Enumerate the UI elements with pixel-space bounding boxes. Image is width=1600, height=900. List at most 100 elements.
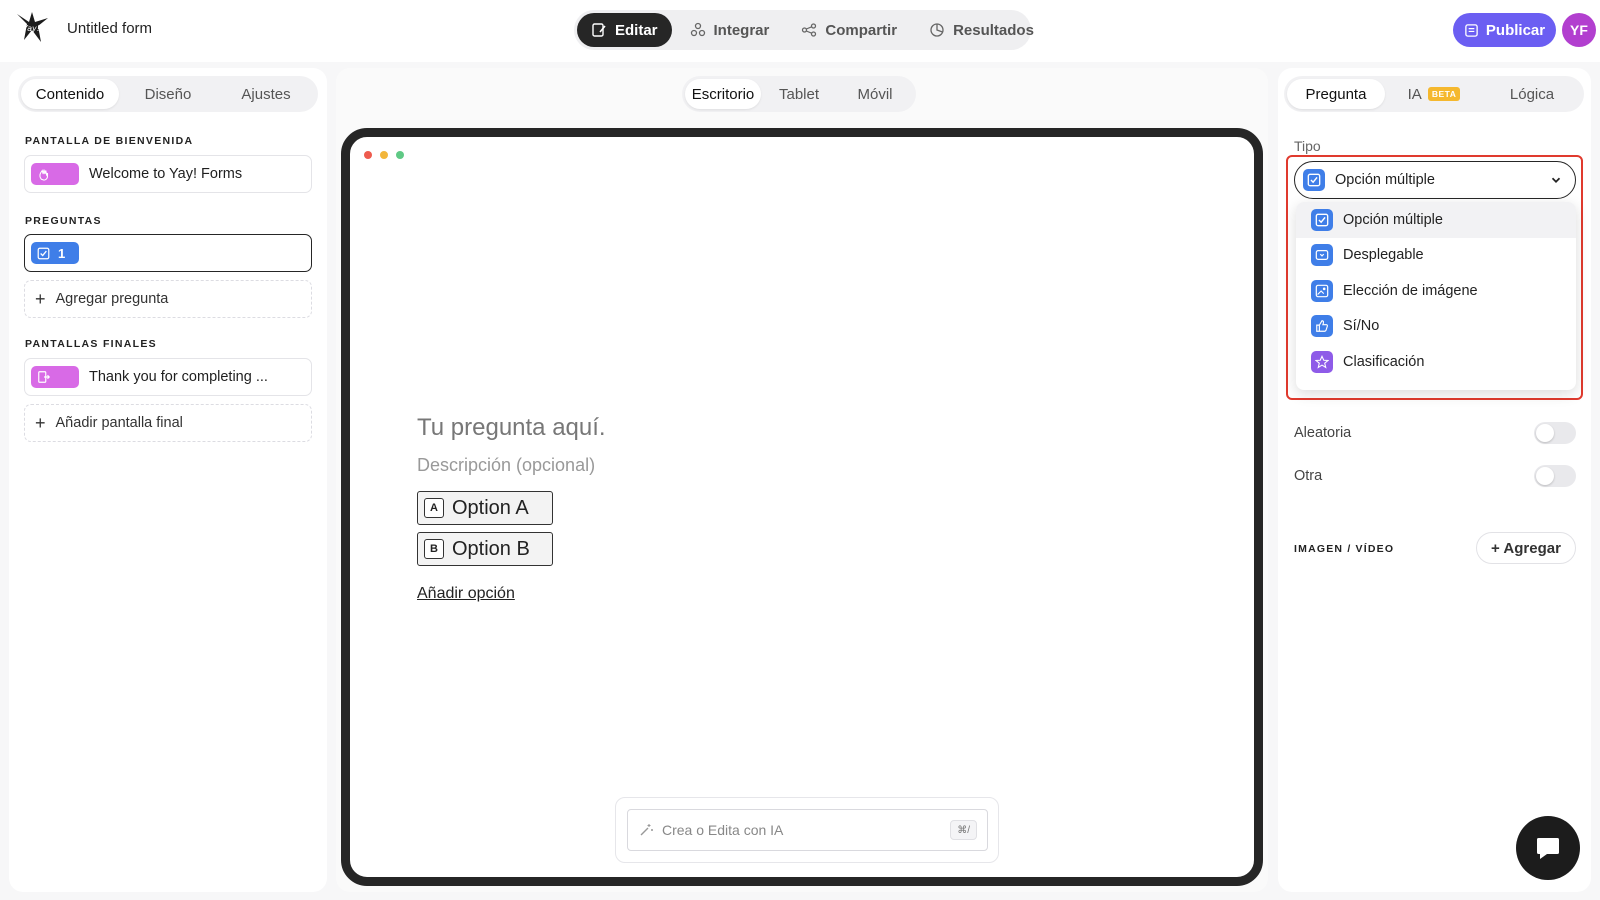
type-option-label: Elección de imágene: [1343, 282, 1478, 299]
checkbox-icon: [1303, 169, 1325, 191]
image-choice-icon: [1311, 279, 1333, 302]
question-type-dropdown: Opción múltiple Desplegable Elección de …: [1296, 202, 1576, 390]
add-media-button[interactable]: + Agregar: [1476, 532, 1576, 564]
ending-screen-card[interactable]: Thank you for completing ...: [24, 358, 312, 396]
welcome-screen-card[interactable]: Welcome to Yay! Forms: [24, 155, 312, 193]
chat-bubble-icon: [1537, 838, 1559, 859]
add-ending-label: Añadir pantalla final: [55, 415, 183, 431]
svg-text:Yay!: Yay!: [23, 24, 40, 33]
chevron-down-icon: [1551, 177, 1561, 183]
random-toggle[interactable]: [1534, 422, 1576, 444]
magic-wand-icon: [640, 824, 653, 836]
checkbox-icon: [1311, 208, 1333, 231]
option-label: Option B: [452, 537, 530, 560]
option-key: B: [424, 539, 444, 559]
question-card[interactable]: 1: [24, 234, 312, 272]
ai-shortcut-hint: ⌘/: [950, 820, 977, 840]
user-avatar[interactable]: YF: [1562, 13, 1596, 47]
window-dots: [364, 151, 404, 159]
yay-logo-icon[interactable]: Yay!: [14, 10, 50, 46]
ai-placeholder: Crea o Edita con IA: [662, 822, 784, 838]
type-option-rating[interactable]: Clasificación: [1296, 344, 1576, 380]
nav-resultados[interactable]: Resultados: [915, 13, 1048, 47]
main-nav: Editar Integrar Compartir Resultados: [574, 10, 1034, 50]
type-option-dropdown[interactable]: Desplegable: [1296, 238, 1576, 274]
option-a[interactable]: A Option A: [417, 491, 553, 525]
type-option-multiple-choice[interactable]: Opción múltiple: [1296, 202, 1576, 238]
question-title[interactable]: Tu pregunta aquí.: [417, 414, 606, 442]
tab-pregunta[interactable]: Pregunta: [1287, 79, 1385, 109]
tab-tablet[interactable]: Tablet: [761, 79, 837, 109]
nav-label: Compartir: [825, 21, 898, 39]
type-option-yes-no[interactable]: Sí/No: [1296, 309, 1576, 345]
welcome-card-label: Welcome to Yay! Forms: [89, 166, 243, 182]
tab-ajustes[interactable]: Ajustes: [217, 79, 315, 109]
nav-label: Resultados: [953, 21, 1034, 39]
nav-compartir[interactable]: Compartir: [787, 13, 911, 47]
type-option-label: Desplegable: [1343, 247, 1424, 264]
right-tabs: Pregunta IA BETA Lógica: [1284, 76, 1584, 112]
red-dot-icon: [364, 151, 372, 159]
add-option-link[interactable]: Añadir opción: [417, 585, 515, 603]
top-bar: Yay! Untitled form Editar Integrar Compa…: [0, 0, 1600, 62]
other-toggle[interactable]: [1534, 465, 1576, 487]
publish-label: Publicar: [1485, 21, 1546, 39]
ai-prompt-input[interactable]: Crea o Edita con IA ⌘/: [627, 809, 988, 851]
add-question-button[interactable]: + Agregar pregunta: [24, 280, 312, 318]
preview-panel: Escritorio Tablet Móvil Tu pregunta aquí…: [336, 68, 1268, 892]
question-number: 1: [58, 245, 66, 261]
integrations-icon: [690, 22, 705, 37]
share-icon: [802, 23, 817, 37]
hand-wave-icon: [39, 169, 49, 181]
dropdown-icon: [1311, 244, 1333, 267]
yellow-dot-icon: [380, 151, 388, 159]
nav-integrar[interactable]: Integrar: [676, 13, 784, 47]
plus-icon: +: [35, 412, 46, 433]
tab-diseno[interactable]: Diseño: [119, 79, 217, 109]
add-ending-button[interactable]: + Añadir pantalla final: [24, 404, 312, 442]
chat-support-button[interactable]: [1516, 816, 1580, 880]
tab-escritorio[interactable]: Escritorio: [685, 79, 761, 109]
chart-pie-icon: [930, 23, 944, 37]
question-description[interactable]: Descripción (opcional): [417, 455, 595, 476]
type-option-label: Clasificación: [1343, 353, 1425, 370]
question-type-select[interactable]: Opción múltiple: [1294, 161, 1576, 199]
checkbox-icon: [37, 247, 50, 259]
desktop-preview-frame: Tu pregunta aquí. Descripción (opcional)…: [341, 128, 1263, 886]
option-label: Option A: [452, 496, 529, 519]
ending-card-label: Thank you for completing ...: [89, 369, 268, 385]
tab-contenido[interactable]: Contenido: [21, 79, 119, 109]
tab-logica[interactable]: Lógica: [1483, 79, 1581, 109]
type-label: Tipo: [1294, 138, 1321, 154]
add-question-label: Agregar pregunta: [55, 291, 169, 307]
option-b[interactable]: B Option B: [417, 532, 553, 566]
question-settings-panel: Pregunta IA BETA Lógica Tipo Aleatoria O…: [1278, 68, 1591, 892]
left-tabs: Contenido Diseño Ajustes: [18, 76, 318, 112]
beta-badge: BETA: [1427, 87, 1461, 101]
device-tabs: Escritorio Tablet Móvil: [682, 76, 916, 112]
endings-section-label: PANTALLAS FINALES: [25, 338, 157, 350]
thumbs-up-icon: [1311, 315, 1333, 338]
publish-button[interactable]: Publicar: [1453, 13, 1556, 47]
type-option-label: Opción múltiple: [1343, 211, 1443, 228]
green-dot-icon: [396, 151, 404, 159]
nav-label: Integrar: [713, 21, 770, 39]
other-setting: Otra: [1294, 464, 1576, 488]
selected-type-label: Opción múltiple: [1335, 172, 1435, 188]
star-icon: [1311, 350, 1333, 373]
option-key: A: [424, 498, 444, 518]
nav-label: Editar: [615, 21, 658, 39]
exit-door-icon: [38, 371, 51, 383]
form-title[interactable]: Untitled form: [67, 20, 152, 37]
tab-movil[interactable]: Móvil: [837, 79, 913, 109]
tab-ia[interactable]: IA BETA: [1385, 79, 1483, 109]
tab-ia-label: IA: [1407, 85, 1422, 103]
ai-assistant-box: Crea o Edita con IA ⌘/: [615, 797, 999, 863]
nav-editar[interactable]: Editar: [577, 13, 672, 47]
type-option-image-choice[interactable]: Elección de imágene: [1296, 273, 1576, 309]
type-option-label: Sí/No: [1343, 318, 1380, 335]
welcome-pill: [31, 163, 79, 185]
random-setting: Aleatoria: [1294, 421, 1576, 445]
question-pill: 1: [31, 242, 79, 264]
content-panel: Contenido Diseño Ajustes PANTALLA DE BIE…: [9, 68, 327, 892]
